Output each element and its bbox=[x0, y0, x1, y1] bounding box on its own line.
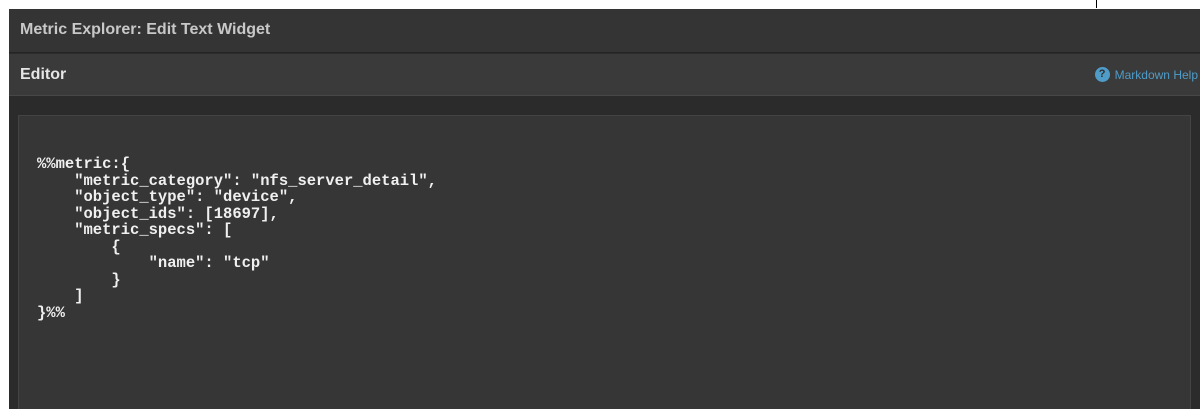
markdown-help-label: Markdown Help bbox=[1114, 67, 1198, 82]
edit-text-widget-dialog: Metric Explorer: Edit Text Widget Editor… bbox=[9, 9, 1200, 409]
dialog-title: Metric Explorer: Edit Text Widget bbox=[20, 21, 271, 38]
markdown-help-link[interactable]: ? Markdown Help bbox=[1094, 67, 1198, 82]
editor-section-header: Editor ? Markdown Help bbox=[9, 54, 1200, 96]
markdown-editor[interactable]: %%metric:{ "metric_category": "nfs_serve… bbox=[18, 115, 1191, 409]
section-title: Editor bbox=[20, 66, 67, 83]
window-edge-marker bbox=[1096, 0, 1097, 8]
editor-content[interactable]: %%metric:{ "metric_category": "nfs_serve… bbox=[37, 156, 1172, 321]
question-circle-icon: ? bbox=[1094, 67, 1110, 82]
dialog-title-bar: Metric Explorer: Edit Text Widget bbox=[9, 9, 1200, 53]
